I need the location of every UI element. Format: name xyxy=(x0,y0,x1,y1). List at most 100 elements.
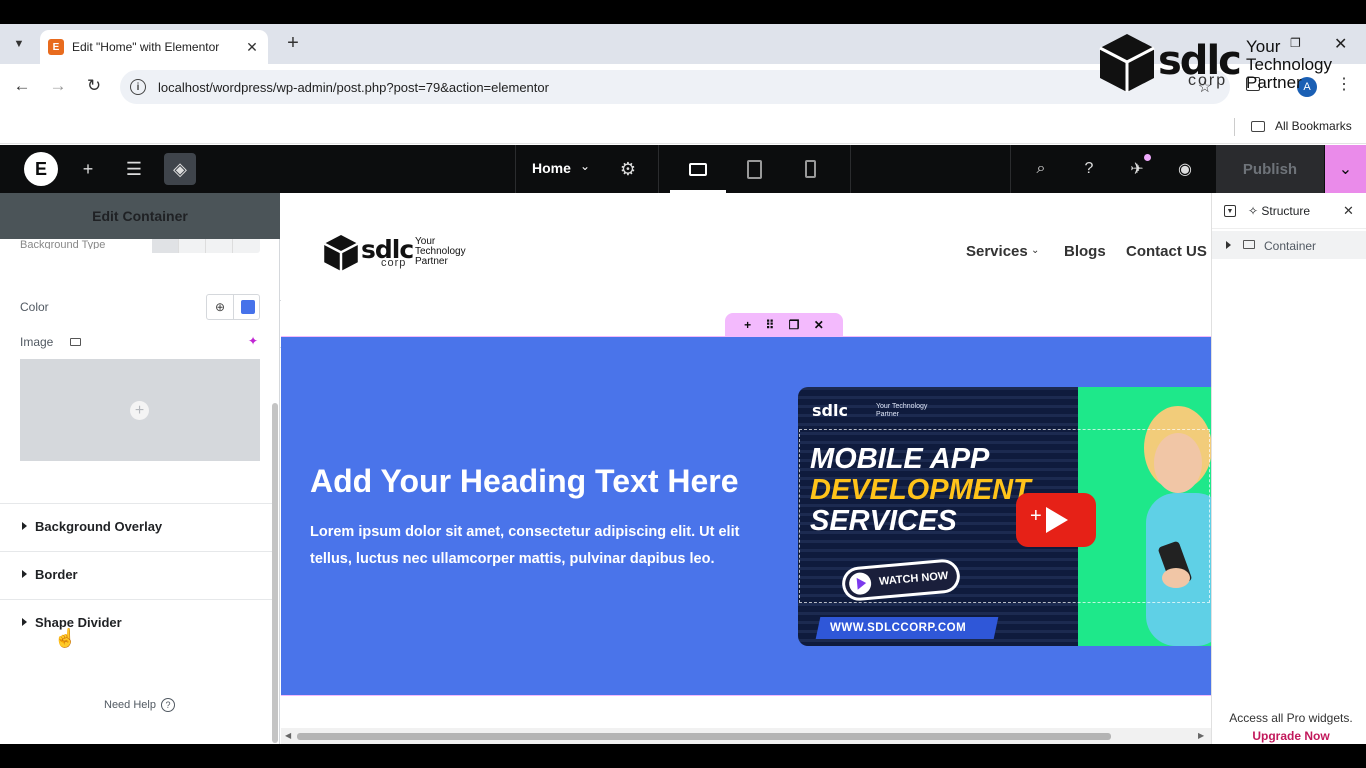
close-icon[interactable]: ✕ xyxy=(1343,203,1354,219)
browser-tab-active[interactable]: E Edit "Home" with Elementor ✕ xyxy=(40,30,268,64)
caret-right-icon xyxy=(22,570,27,578)
bookmarks-separator xyxy=(1234,118,1235,136)
elementor-logo-icon[interactable]: E xyxy=(24,152,58,186)
section-divider xyxy=(0,551,272,552)
elementor-top-bar: E + ☰ ◈ Home ⌄ ⚙ ⌕ ? ✈ ◉ Publish ⌄ xyxy=(0,145,1366,193)
upgrade-now-link[interactable]: Upgrade Now xyxy=(1252,729,1329,743)
color-label: Color xyxy=(20,300,49,314)
chevron-down-icon[interactable]: ⌄ xyxy=(1031,245,1039,256)
notification-dot xyxy=(1144,154,1151,161)
publish-button[interactable]: Publish xyxy=(1216,145,1324,193)
responsive-monitor-icon[interactable] xyxy=(70,338,81,346)
mobile-device-icon[interactable] xyxy=(794,153,826,185)
image-label: Image xyxy=(20,335,54,349)
duplicate-icon[interactable]: ❐ xyxy=(789,318,800,332)
caret-right-icon[interactable] xyxy=(1226,241,1231,249)
global-colors-globe-icon[interactable]: ⊕ xyxy=(207,295,234,319)
thumbnail-line-1: MOBILE APP xyxy=(810,443,990,475)
delete-close-icon[interactable]: ✕ xyxy=(814,318,824,332)
structure-layers-icon[interactable]: ◈ xyxy=(164,153,196,185)
screen-frame: ▼ E Edit "Home" with Elementor ✕ + ❐ ✕ ←… xyxy=(0,0,1366,768)
hero-heading[interactable]: Add Your Heading Text Here xyxy=(310,463,739,500)
section-border[interactable]: Border xyxy=(22,567,78,582)
publish-options-chevron-icon[interactable]: ⌄ xyxy=(1325,145,1366,193)
video-thumbnail[interactable]: sdlc Your Technology Partner MOBILE APP … xyxy=(798,387,1211,646)
page-settings-gear-icon[interactable]: ⚙ xyxy=(612,153,644,185)
structure-item-label: Container xyxy=(1264,239,1317,253)
color-control[interactable]: ⊕ xyxy=(206,294,260,320)
page-name[interactable]: Home xyxy=(532,160,571,176)
site-logo-tagline: Your Technology Partner xyxy=(415,236,466,267)
all-bookmarks-link[interactable]: All Bookmarks xyxy=(1275,119,1352,133)
section-label: Border xyxy=(35,567,78,582)
thumbnail-brand: sdlc xyxy=(812,401,848,420)
hero-text[interactable]: Lorem ipsum dolor sit amet, consectetur … xyxy=(310,519,780,573)
toolbar-divider xyxy=(515,145,516,193)
plus-icon: + xyxy=(1030,505,1042,527)
background-type-switcher[interactable] xyxy=(152,239,260,253)
tab-search-icon[interactable]: ▼ xyxy=(8,33,30,55)
add-image-plus-icon[interactable]: + xyxy=(130,401,149,420)
structure-header: ▼ ✧ Structure ✕ xyxy=(1212,193,1366,229)
scroll-left-icon[interactable]: ◀ xyxy=(285,731,291,740)
bookmarks-bar: All Bookmarks xyxy=(0,110,1366,144)
browser-window: ▼ E Edit "Home" with Elementor ✕ + ❐ ✕ ←… xyxy=(0,24,1366,744)
background-type-label: Background Type xyxy=(20,239,106,249)
bg-type-slideshow[interactable] xyxy=(233,239,260,253)
structure-panel: ▼ ✧ Structure ✕ Container Access all Pro… xyxy=(1211,193,1366,744)
scrollbar-thumb[interactable] xyxy=(297,733,1111,740)
nav-contact-us[interactable]: Contact US xyxy=(1126,243,1207,260)
thumbnail-line-3: SERVICES xyxy=(810,505,957,537)
site-logo-sub: corp xyxy=(381,257,407,269)
upgrade-text: Access all Pro widgets. xyxy=(1229,711,1353,725)
toolbar-divider xyxy=(658,145,659,193)
need-help-link[interactable]: Need Help xyxy=(104,699,156,711)
add-element-icon[interactable]: + xyxy=(72,153,104,185)
folder-icon xyxy=(1251,121,1265,132)
help-circle-icon[interactable]: ? xyxy=(161,698,175,712)
editor-canvas: sdlc corp Your Technology Partner Servic… xyxy=(281,193,1211,744)
panel-scrollbar[interactable] xyxy=(272,403,278,743)
thumbnail-url: WWW.SDLCCORP.COM xyxy=(830,622,967,634)
bg-type-classic[interactable] xyxy=(152,239,179,253)
caret-right-icon xyxy=(22,618,27,626)
forward-arrow-icon[interactable]: → xyxy=(47,76,69,96)
canvas-horizontal-scrollbar[interactable]: ◀ ▶ xyxy=(281,728,1211,744)
container-handle-toolbar[interactable]: + ⠿ ❐ ✕ xyxy=(725,313,843,337)
tablet-device-icon[interactable] xyxy=(738,153,770,185)
url-text[interactable]: localhost/wordpress/wp-admin/post.php?po… xyxy=(158,80,549,95)
section-background-overlay[interactable]: Background Overlay xyxy=(22,519,162,534)
new-tab-button[interactable]: + xyxy=(282,32,304,55)
site-cube-logo-icon[interactable] xyxy=(323,233,359,273)
nav-services[interactable]: Services xyxy=(966,243,1028,260)
scroll-right-icon[interactable]: ▶ xyxy=(1198,731,1204,740)
site-settings-icon[interactable]: ☰ xyxy=(118,153,150,185)
bg-type-video[interactable] xyxy=(206,239,233,253)
reload-icon[interactable]: ↻ xyxy=(83,76,105,96)
bg-type-gradient[interactable] xyxy=(179,239,206,253)
preview-eye-icon[interactable]: ◉ xyxy=(1169,153,1201,185)
hero-container[interactable]: Add Your Heading Text Here Lorem ipsum d… xyxy=(281,336,1211,696)
add-container-icon[interactable]: + xyxy=(744,318,751,332)
back-arrow-icon[interactable]: ← xyxy=(11,76,33,96)
drag-handle-icon[interactable]: ⠿ xyxy=(766,318,775,332)
panel-title: Edit Container xyxy=(0,193,280,239)
desktop-device-icon[interactable] xyxy=(682,153,714,185)
tab-close-icon[interactable]: ✕ xyxy=(244,39,260,56)
structure-item-container[interactable]: Container xyxy=(1212,231,1366,259)
nav-blogs[interactable]: Blogs xyxy=(1064,243,1106,260)
chevron-down-icon[interactable]: ⌄ xyxy=(580,159,590,173)
watch-play-icon xyxy=(848,571,873,596)
section-label: Background Overlay xyxy=(35,519,163,534)
sdlc-watermark-logo: sdlc corp Your Technology Partner xyxy=(1098,32,1348,98)
ai-sparkle-icon[interactable]: ✦ xyxy=(248,334,258,348)
upgrade-notice: Access all Pro widgets. Upgrade Now xyxy=(1226,709,1356,744)
thumbnail-tagline: Your Technology Partner xyxy=(876,403,928,418)
search-icon[interactable]: ⌕ xyxy=(1025,153,1057,185)
help-icon[interactable]: ? xyxy=(1073,153,1105,185)
site-info-icon[interactable]: i xyxy=(130,79,146,95)
collapse-all-icon[interactable]: ▼ xyxy=(1224,205,1236,217)
address-bar[interactable]: i localhost/wordpress/wp-admin/post.php?… xyxy=(120,70,1230,104)
section-divider xyxy=(0,599,272,600)
color-swatch[interactable] xyxy=(241,300,255,314)
